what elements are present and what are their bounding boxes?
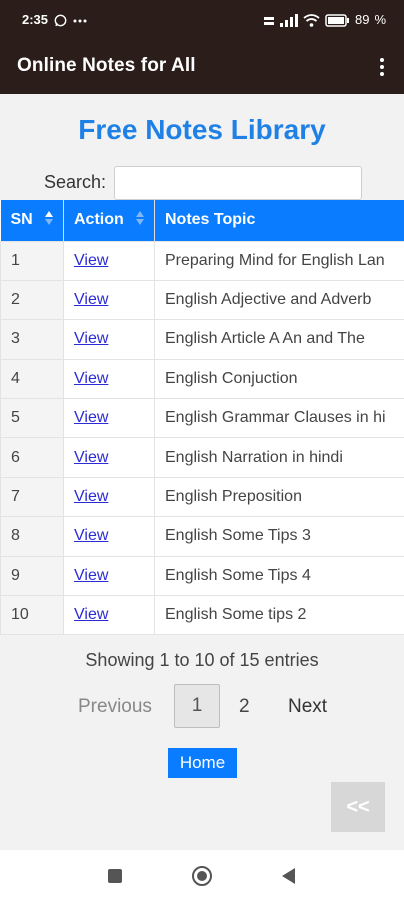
cell-sn: 8 — [0, 516, 64, 557]
table-header-row: SN Action Notes Topic — [0, 200, 404, 241]
app-bar: Online Notes for All — [0, 40, 404, 94]
cell-sn: 5 — [0, 398, 64, 439]
back-floating-button[interactable]: << — [331, 782, 385, 832]
table-row: 2 View English Adjective and Adverb — [0, 279, 404, 321]
table-row: 5 View English Grammar Clauses in hi — [0, 398, 404, 439]
cell-action: View — [63, 555, 155, 597]
cell-sn: 1 — [0, 240, 64, 281]
cell-topic: English Preposition — [154, 476, 404, 518]
cell-topic: English Adjective and Adverb — [154, 279, 404, 321]
data-speed-icon — [263, 12, 275, 27]
table-row: 8 View English Some Tips 3 — [0, 516, 404, 557]
status-bar: 2:35 89% — [0, 0, 404, 40]
clock: 2:35 — [22, 12, 49, 28]
signal-icon — [279, 12, 298, 28]
cell-topic: English Narration in hindi — [154, 437, 404, 478]
cell-sn: 7 — [0, 476, 64, 518]
table-row: 10 View English Some tips 2 — [0, 595, 404, 636]
cell-topic: English Some tips 2 — [154, 595, 404, 636]
table-row: 4 View English Conjuction — [0, 358, 404, 400]
sort-icon — [45, 211, 53, 229]
previous-page-button[interactable]: Previous — [78, 696, 152, 718]
whatsapp-icon — [54, 12, 67, 27]
cell-action: View — [63, 516, 155, 557]
table-row: 6 View English Narration in hindi — [0, 437, 404, 478]
cell-topic: English Some Tips 4 — [154, 555, 404, 597]
app-title: Online Notes for All — [17, 55, 196, 76]
view-link[interactable]: View — [74, 488, 108, 505]
web-content: Free Notes Library Search: SN Action Not… — [0, 94, 404, 850]
cell-topic: English Some Tips 3 — [154, 516, 404, 557]
cell-topic: English Grammar Clauses in hi — [154, 398, 404, 439]
battery-icon — [325, 12, 350, 27]
home-button[interactable]: Home — [168, 748, 237, 778]
page-title: Free Notes Library — [78, 114, 326, 145]
cell-action: View — [63, 358, 155, 400]
cell-sn: 6 — [0, 437, 64, 478]
cell-action: View — [63, 240, 155, 281]
cell-action: View — [63, 437, 155, 478]
notes-table: SN Action Notes Topic 1 View Preparing M… — [0, 200, 404, 636]
column-header-action[interactable]: Action — [63, 200, 155, 241]
wifi-icon — [303, 12, 320, 27]
table-row: 7 View English Preposition — [0, 476, 404, 518]
pagination: Previous 1 2 Next — [0, 684, 404, 730]
view-link[interactable]: View — [74, 606, 108, 623]
column-header-sn[interactable]: SN — [0, 200, 64, 241]
cell-sn: 4 — [0, 358, 64, 400]
status-bar-left: 2:35 — [22, 12, 87, 27]
view-link[interactable]: View — [74, 330, 108, 347]
sort-icon — [136, 211, 144, 229]
battery-level: 89 — [354, 12, 370, 28]
home-circle-icon[interactable] — [192, 866, 212, 886]
cell-action: View — [63, 476, 155, 518]
status-bar-right: 89% — [263, 12, 386, 28]
cell-sn: 9 — [0, 555, 64, 597]
cell-action: View — [63, 279, 155, 321]
next-page-button[interactable]: Next — [288, 696, 327, 718]
table-row: 3 View English Article A An and The — [0, 319, 404, 360]
search-input[interactable] — [114, 166, 362, 200]
back-triangle-icon[interactable] — [282, 868, 295, 884]
cell-topic: Preparing Mind for English Lan — [154, 240, 404, 281]
system-nav-bar — [0, 850, 404, 900]
view-link[interactable]: View — [74, 567, 108, 584]
cell-action: View — [63, 595, 155, 636]
page-1-button[interactable]: 1 — [174, 684, 220, 728]
view-link[interactable]: View — [74, 409, 108, 426]
table-row: 1 View Preparing Mind for English Lan — [0, 240, 404, 281]
cell-sn: 10 — [0, 595, 64, 636]
cell-topic: English Conjuction — [154, 358, 404, 400]
recents-square-icon[interactable] — [108, 869, 122, 883]
cell-action: View — [63, 398, 155, 439]
cell-sn: 3 — [0, 319, 64, 360]
search-label: Search: — [44, 172, 107, 192]
table-row: 9 View English Some Tips 4 — [0, 555, 404, 597]
cell-topic: English Article A An and The — [154, 319, 404, 360]
cell-sn: 2 — [0, 279, 64, 321]
overflow-menu-icon[interactable] — [374, 54, 390, 80]
entries-info: Showing 1 to 10 of 15 entries — [85, 650, 319, 670]
view-link[interactable]: View — [74, 291, 108, 308]
view-link[interactable]: View — [74, 527, 108, 544]
page-2-button[interactable]: 2 — [239, 696, 250, 718]
column-header-notes-topic[interactable]: Notes Topic — [154, 200, 404, 241]
more-notifications-icon — [73, 12, 87, 27]
cell-action: View — [63, 319, 155, 360]
view-link[interactable]: View — [74, 449, 108, 466]
view-link[interactable]: View — [74, 370, 108, 387]
view-link[interactable]: View — [74, 252, 108, 269]
